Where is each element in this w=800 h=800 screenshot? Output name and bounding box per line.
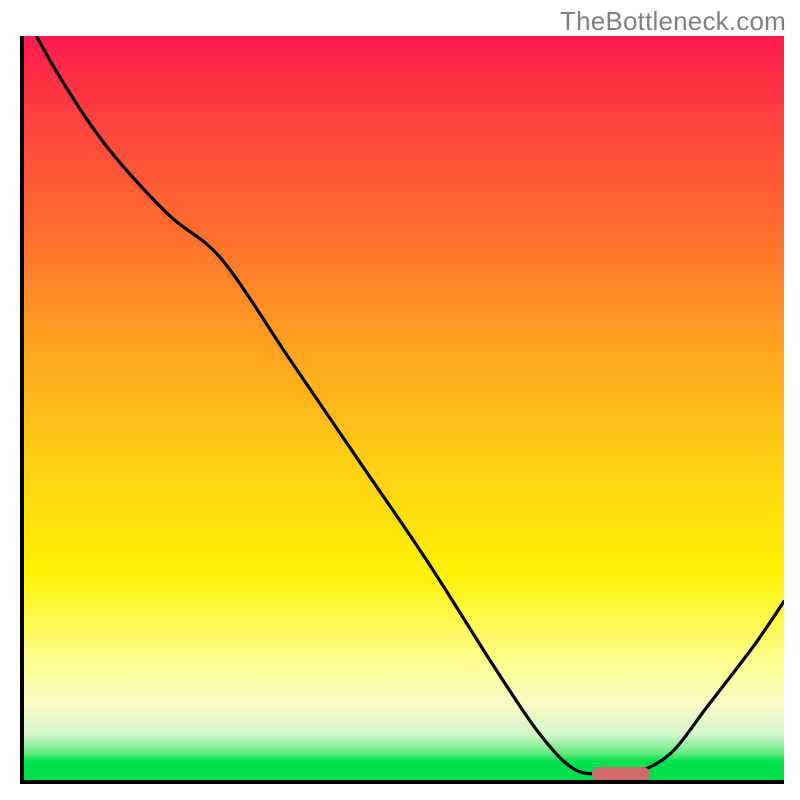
chart-canvas: TheBottleneck.com bbox=[0, 0, 800, 800]
watermark-text: TheBottleneck.com bbox=[560, 6, 786, 37]
optimal-range-marker bbox=[592, 767, 650, 781]
plot-area bbox=[20, 36, 784, 784]
curve-line bbox=[24, 36, 784, 780]
